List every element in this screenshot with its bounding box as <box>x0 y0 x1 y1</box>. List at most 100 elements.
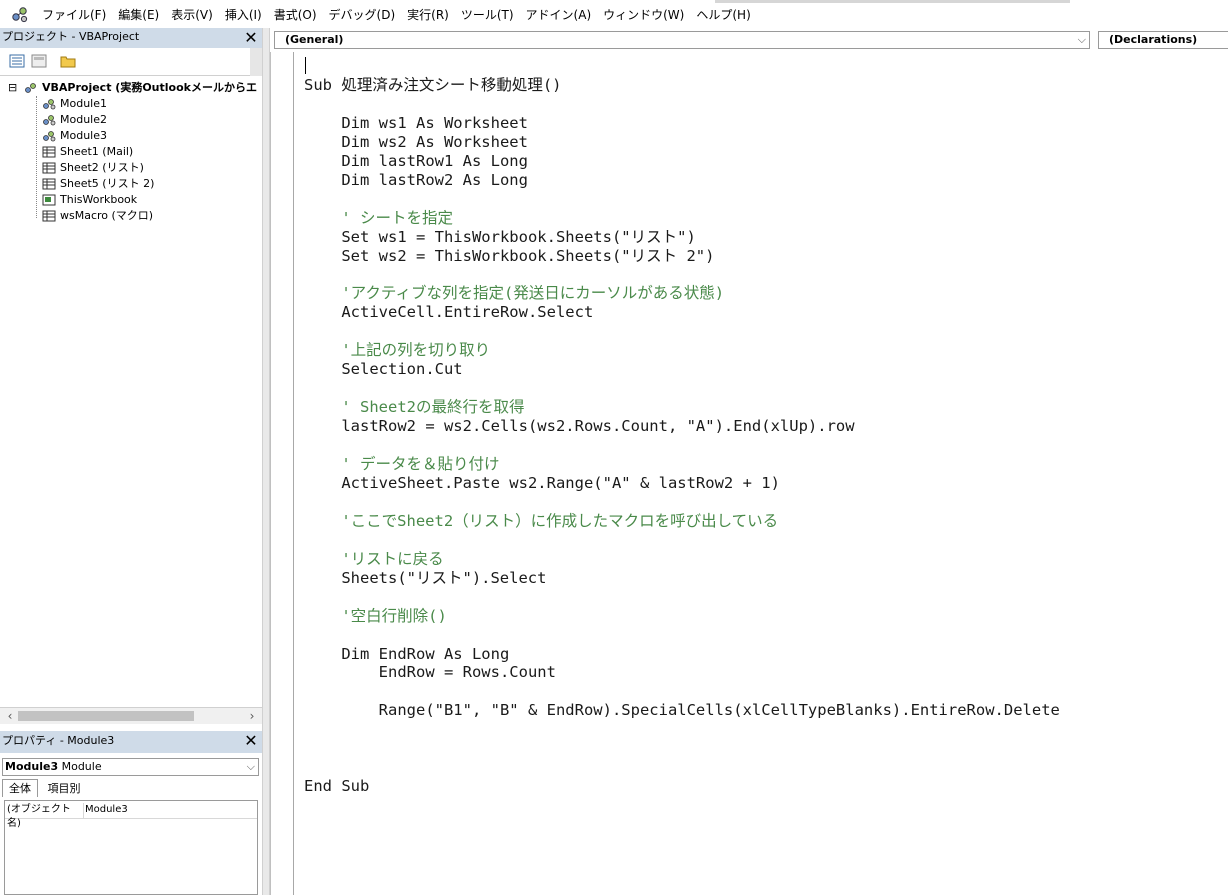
scroll-left-icon[interactable]: ‹ <box>2 708 18 724</box>
menu-debug[interactable]: デバッグ(D) <box>329 6 396 23</box>
tree-item-label: Module2 <box>60 113 107 126</box>
properties-grid: (オブジェクト名) Module3 <box>4 800 258 895</box>
menu-window[interactable]: ウィンドウ(W) <box>603 6 684 23</box>
view-object-icon[interactable] <box>31 54 47 68</box>
code-line[interactable]: Range("B1", "B" & EndRow).SpecialCells(x… <box>304 701 1060 720</box>
project-explorer-title: プロジェクト - VBAProject ✕ <box>0 28 262 48</box>
procedure-combo-value: (Declarations) <box>1109 33 1198 46</box>
tree-item-label: Sheet5 (リスト 2) <box>60 177 155 190</box>
code-line[interactable]: Dim ws1 As Worksheet <box>304 114 528 133</box>
code-line[interactable]: ActiveCell.EntireRow.Select <box>304 303 593 322</box>
code-comment-line[interactable]: '空白行削除() <box>304 607 447 626</box>
code-comment-line[interactable]: ' シートを指定 <box>304 209 453 228</box>
tab-categorized[interactable]: 項目別 <box>42 780 87 797</box>
close-icon[interactable]: ✕ <box>242 29 260 47</box>
property-row[interactable]: (オブジェクト名) Module3 <box>5 803 257 829</box>
sheet-icon <box>42 210 56 222</box>
module-icon <box>43 131 56 142</box>
menu-addins[interactable]: アドイン(A) <box>526 6 592 23</box>
code-comment-line[interactable]: '上記の列を切り取り <box>304 341 490 360</box>
tree-item-thisworkbook[interactable]: ThisWorkbook <box>42 192 137 208</box>
tree-item-label: Sheet2 (リスト) <box>60 161 144 174</box>
code-line[interactable]: EndRow = Rows.Count <box>304 663 556 682</box>
property-value[interactable]: Module3 <box>85 803 128 817</box>
code-margin-indicator-bar[interactable] <box>270 52 294 895</box>
project-scroll-vertical[interactable] <box>250 48 262 76</box>
chevron-down-icon: ⌵ <box>246 760 255 773</box>
properties-title-text: プロパティ - Module3 <box>2 734 115 747</box>
properties-object-type: Module <box>61 760 102 773</box>
project-explorer-title-text: プロジェクト - VBAProject <box>2 30 140 43</box>
properties-tabs: 全体 項目別 <box>2 779 87 797</box>
menu-insert[interactable]: 挿入(I) <box>225 6 262 23</box>
menu-format[interactable]: 書式(O) <box>274 6 317 23</box>
tree-item-sheet1[interactable]: Sheet1 (Mail) <box>42 144 133 160</box>
text-caret <box>305 57 306 74</box>
property-key: (オブジェクト名) <box>7 803 84 829</box>
tree-collapse-toggle[interactable]: ⊟ <box>8 80 17 96</box>
tree-item-label: Sheet1 (Mail) <box>60 145 134 158</box>
vba-app-icon <box>12 7 28 23</box>
scroll-thumb[interactable] <box>18 711 194 721</box>
code-comment-line[interactable]: 'アクティブな列を指定(発送日にカーソルがある状態) <box>304 284 724 303</box>
project-toolbar <box>0 48 262 76</box>
toggle-folders-icon[interactable] <box>60 54 76 68</box>
menu-edit[interactable]: 編集(E) <box>118 6 159 23</box>
code-line[interactable]: Sub 処理済み注文シート移動処理() <box>304 76 562 95</box>
top-strip <box>715 0 1070 3</box>
tree-item-module1[interactable]: Module1 <box>42 96 107 112</box>
code-comment-line[interactable]: ' データを＆貼り付け <box>304 455 499 474</box>
menu-bar: ファイル(F) 編集(E) 表示(V) 挿入(I) 書式(O) デバッグ(D) … <box>0 0 1228 28</box>
tree-root-label: VBAProject (実務Outlookメールからエ <box>42 81 257 94</box>
vbaproject-icon <box>25 83 36 93</box>
code-line[interactable]: Dim lastRow2 As Long <box>304 171 528 190</box>
code-line[interactable]: Set ws2 = ThisWorkbook.Sheets("リスト 2") <box>304 247 714 266</box>
menu-tools[interactable]: ツール(T) <box>461 6 514 23</box>
code-line[interactable]: Selection.Cut <box>304 360 462 379</box>
tree-item-module3[interactable]: Module3 <box>42 128 107 144</box>
tree-item-label: wsMacro (マクロ) <box>60 209 154 222</box>
code-line[interactable]: Dim EndRow As Long <box>304 645 509 664</box>
code-line[interactable]: lastRow2 = ws2.Cells(ws2.Rows.Count, "A"… <box>304 417 854 436</box>
sheet-icon <box>42 146 56 158</box>
object-combo[interactable]: (General) ⌵ <box>274 31 1090 49</box>
code-line[interactable]: End Sub <box>304 777 369 796</box>
menu-help[interactable]: ヘルプ(H) <box>696 6 750 23</box>
project-scroll-horizontal[interactable]: ‹ › <box>0 707 262 724</box>
chevron-down-icon: ⌵ <box>1077 33 1086 46</box>
menu-run[interactable]: 実行(R) <box>407 6 449 23</box>
tree-item-sheet2[interactable]: Sheet2 (リスト) <box>42 160 144 176</box>
tree-item-wsmacro[interactable]: wsMacro (マクロ) <box>42 208 153 224</box>
code-line[interactable]: ActiveSheet.Paste ws2.Range("A" & lastRo… <box>304 474 780 493</box>
view-code-icon[interactable] <box>9 54 25 68</box>
tree-item-module2[interactable]: Module2 <box>42 112 107 128</box>
properties-object-name: Module3 <box>5 760 59 773</box>
menu-view[interactable]: 表示(V) <box>171 6 213 23</box>
code-comment-line[interactable]: ' Sheet2の最終行を取得 <box>304 398 524 417</box>
close-icon[interactable]: ✕ <box>242 732 260 750</box>
tree-item-sheet5[interactable]: Sheet5 (リスト 2) <box>42 176 154 192</box>
object-combo-value: (General) <box>285 33 344 46</box>
properties-title: プロパティ - Module3 ✕ <box>0 731 262 753</box>
code-comment-line[interactable]: 'リストに戻る <box>304 550 443 569</box>
tab-alphabetic[interactable]: 全体 <box>2 779 38 797</box>
module-icon <box>43 99 56 110</box>
tree-item-label: Module3 <box>60 129 107 142</box>
code-line[interactable]: Sheets("リスト").Select <box>304 569 546 588</box>
menu-file[interactable]: ファイル(F) <box>42 6 106 23</box>
tree-item-label: Module1 <box>60 97 107 110</box>
code-line[interactable]: Dim lastRow1 As Long <box>304 152 528 171</box>
code-editor[interactable]: Sub 処理済み注文シート移動処理() Dim ws1 As Worksheet… <box>296 52 1228 895</box>
project-tree: ⊟ VBAProject (実務Outlookメールからエ Module1 Mo… <box>0 77 263 707</box>
pane-splitter[interactable] <box>262 28 270 895</box>
procedure-combo[interactable]: (Declarations) <box>1098 31 1228 49</box>
code-window-header: (General) ⌵ (Declarations) <box>270 28 1228 52</box>
properties-object-select[interactable]: Module3 Module ⌵ <box>2 758 259 776</box>
tree-root-vbaproject[interactable]: VBAProject (実務Outlookメールからエ <box>24 80 257 96</box>
code-line[interactable]: Dim ws2 As Worksheet <box>304 133 528 152</box>
scroll-right-icon[interactable]: › <box>244 708 260 724</box>
code-comment-line[interactable]: 'ここでSheet2（リスト）に作成したマクロを呼び出している <box>304 512 778 531</box>
code-line[interactable]: Set ws1 = ThisWorkbook.Sheets("リスト") <box>304 228 695 247</box>
workbook-icon <box>42 194 56 206</box>
sheet-icon <box>42 178 56 190</box>
